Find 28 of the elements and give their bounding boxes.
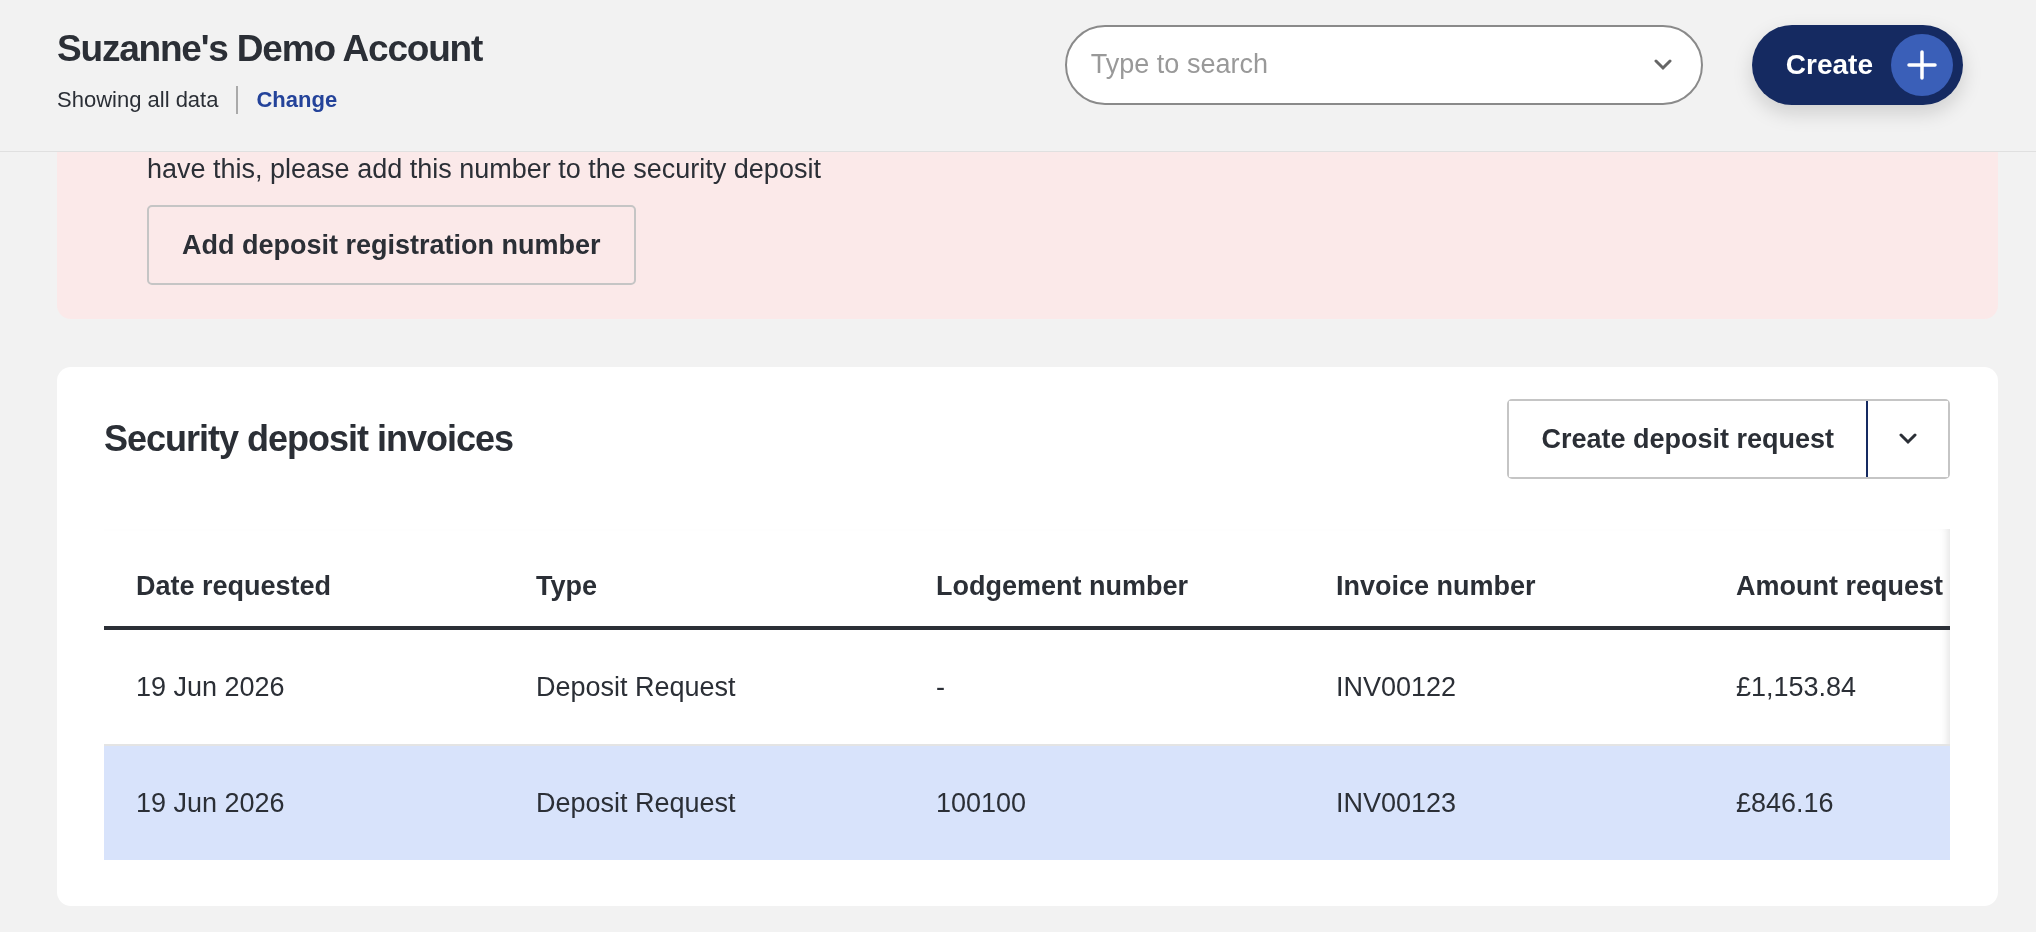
column-header: Type	[535, 571, 598, 603]
table-cell-text: 19 Jun 2026	[135, 671, 286, 703]
create-button[interactable]: Create	[1751, 24, 1963, 105]
table-row[interactable]: 19 Jun 2026 Deposit Request 100100 INV00123 £846.16	[104, 746, 1950, 860]
chevron-down-icon	[1898, 433, 1918, 445]
section-title: Security deposit invoices	[104, 418, 514, 460]
chevron-down-icon	[1652, 58, 1673, 71]
search-field[interactable]: Type to search	[1064, 24, 1703, 105]
alert-message: have this, please add this number to the security deposit	[147, 153, 822, 185]
table-cell-text: -	[935, 671, 946, 703]
column-header: Lodgement number	[935, 571, 1189, 603]
account-title: Suzanne's Demo Account	[57, 27, 484, 70]
column-header: Amount request	[1735, 571, 1944, 603]
table-cell-text: £846.16	[1735, 787, 1835, 819]
change-link[interactable]: Change	[256, 86, 338, 113]
add-registration-button[interactable]: Add deposit registration number	[147, 205, 636, 285]
data-scope-label: Showing all data	[57, 86, 219, 113]
table-cell-text: Deposit Request	[535, 787, 737, 819]
table-cell-text: £1,153.84	[1735, 671, 1858, 703]
table-cell-text: Deposit Request	[535, 671, 737, 703]
table-cell-text: INV00122	[1335, 671, 1458, 703]
column-header: Date requested	[135, 571, 333, 603]
table-cell-text: INV00123	[1335, 787, 1458, 819]
plus-icon	[1891, 33, 1953, 96]
column-header: Invoice number	[1335, 571, 1537, 603]
table-cell-text: 19 Jun 2026	[135, 787, 286, 819]
table-cell-text: 100100	[935, 787, 1028, 819]
create-deposit-request-button[interactable]: Create deposit request	[1509, 401, 1868, 477]
